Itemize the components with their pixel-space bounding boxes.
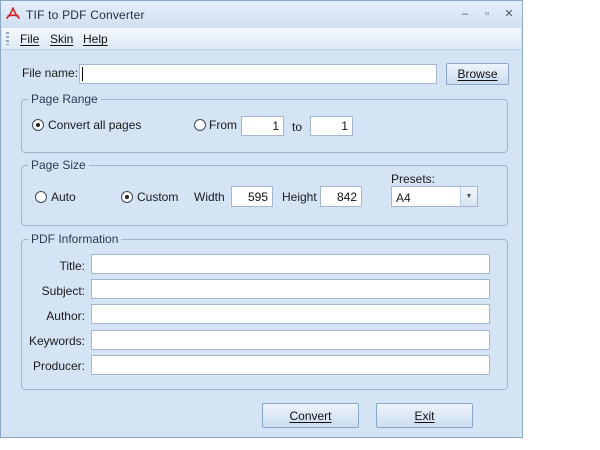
convert-button[interactable]: Convert — [262, 403, 359, 428]
file-name-label: File name: — [22, 66, 79, 80]
to-page-input[interactable] — [310, 116, 353, 136]
presets-select[interactable]: A4 ▼ — [391, 186, 478, 207]
menu-grip — [6, 32, 9, 45]
author-field-label: Author: — [46, 309, 85, 323]
custom-radio[interactable] — [121, 191, 133, 203]
pdf-app-icon — [6, 7, 20, 19]
minimize-icon[interactable]: ‒ — [457, 6, 473, 22]
maximize-icon[interactable]: ▫ — [479, 6, 495, 22]
file-name-input[interactable] — [79, 64, 437, 84]
title-field-label: Title: — [59, 259, 85, 273]
presets-value: A4 — [396, 191, 411, 205]
presets-label: Presets: — [391, 172, 436, 186]
convert-all-radio[interactable] — [32, 119, 44, 131]
producer-input[interactable] — [91, 355, 490, 375]
app-window: TIF to PDF Converter ‒ ▫ ✕ File Skin Hel… — [0, 0, 523, 438]
menu-bar: File Skin Help — [2, 28, 521, 50]
custom-label[interactable]: Custom — [137, 190, 178, 204]
window-title: TIF to PDF Converter — [26, 8, 145, 22]
dropdown-arrow-icon[interactable]: ▼ — [460, 187, 477, 206]
auto-radio[interactable] — [35, 191, 47, 203]
from-radio[interactable] — [194, 119, 206, 131]
to-label: to — [292, 120, 303, 134]
subject-field-label: Subject: — [41, 284, 85, 298]
title-input[interactable] — [91, 254, 490, 274]
auto-label[interactable]: Auto — [51, 190, 76, 204]
pdf-info-title: PDF Information — [28, 232, 122, 246]
menu-help[interactable]: Help — [83, 32, 108, 46]
browse-button[interactable]: Browse — [446, 63, 509, 85]
close-icon[interactable]: ✕ — [501, 6, 517, 22]
page-size-title: Page Size — [28, 158, 89, 172]
page-range-title: Page Range — [28, 92, 101, 106]
title-bar[interactable]: TIF to PDF Converter ‒ ▫ ✕ — [1, 1, 522, 28]
keywords-field-label: Keywords: — [28, 334, 85, 348]
height-label: Height — [282, 190, 317, 204]
exit-button[interactable]: Exit — [376, 403, 473, 428]
author-input[interactable] — [91, 304, 490, 324]
text-caret — [82, 67, 83, 81]
menu-file[interactable]: File — [20, 32, 39, 46]
subject-input[interactable] — [91, 279, 490, 299]
menu-skin[interactable]: Skin — [50, 32, 73, 46]
keywords-input[interactable] — [91, 330, 490, 350]
convert-all-label[interactable]: Convert all pages — [48, 118, 141, 132]
width-label: Width — [194, 190, 225, 204]
height-input[interactable] — [320, 186, 362, 207]
width-input[interactable] — [231, 186, 273, 207]
from-page-input[interactable] — [241, 116, 284, 136]
from-label[interactable]: From — [209, 118, 237, 132]
producer-field-label: Producer: — [32, 359, 85, 373]
